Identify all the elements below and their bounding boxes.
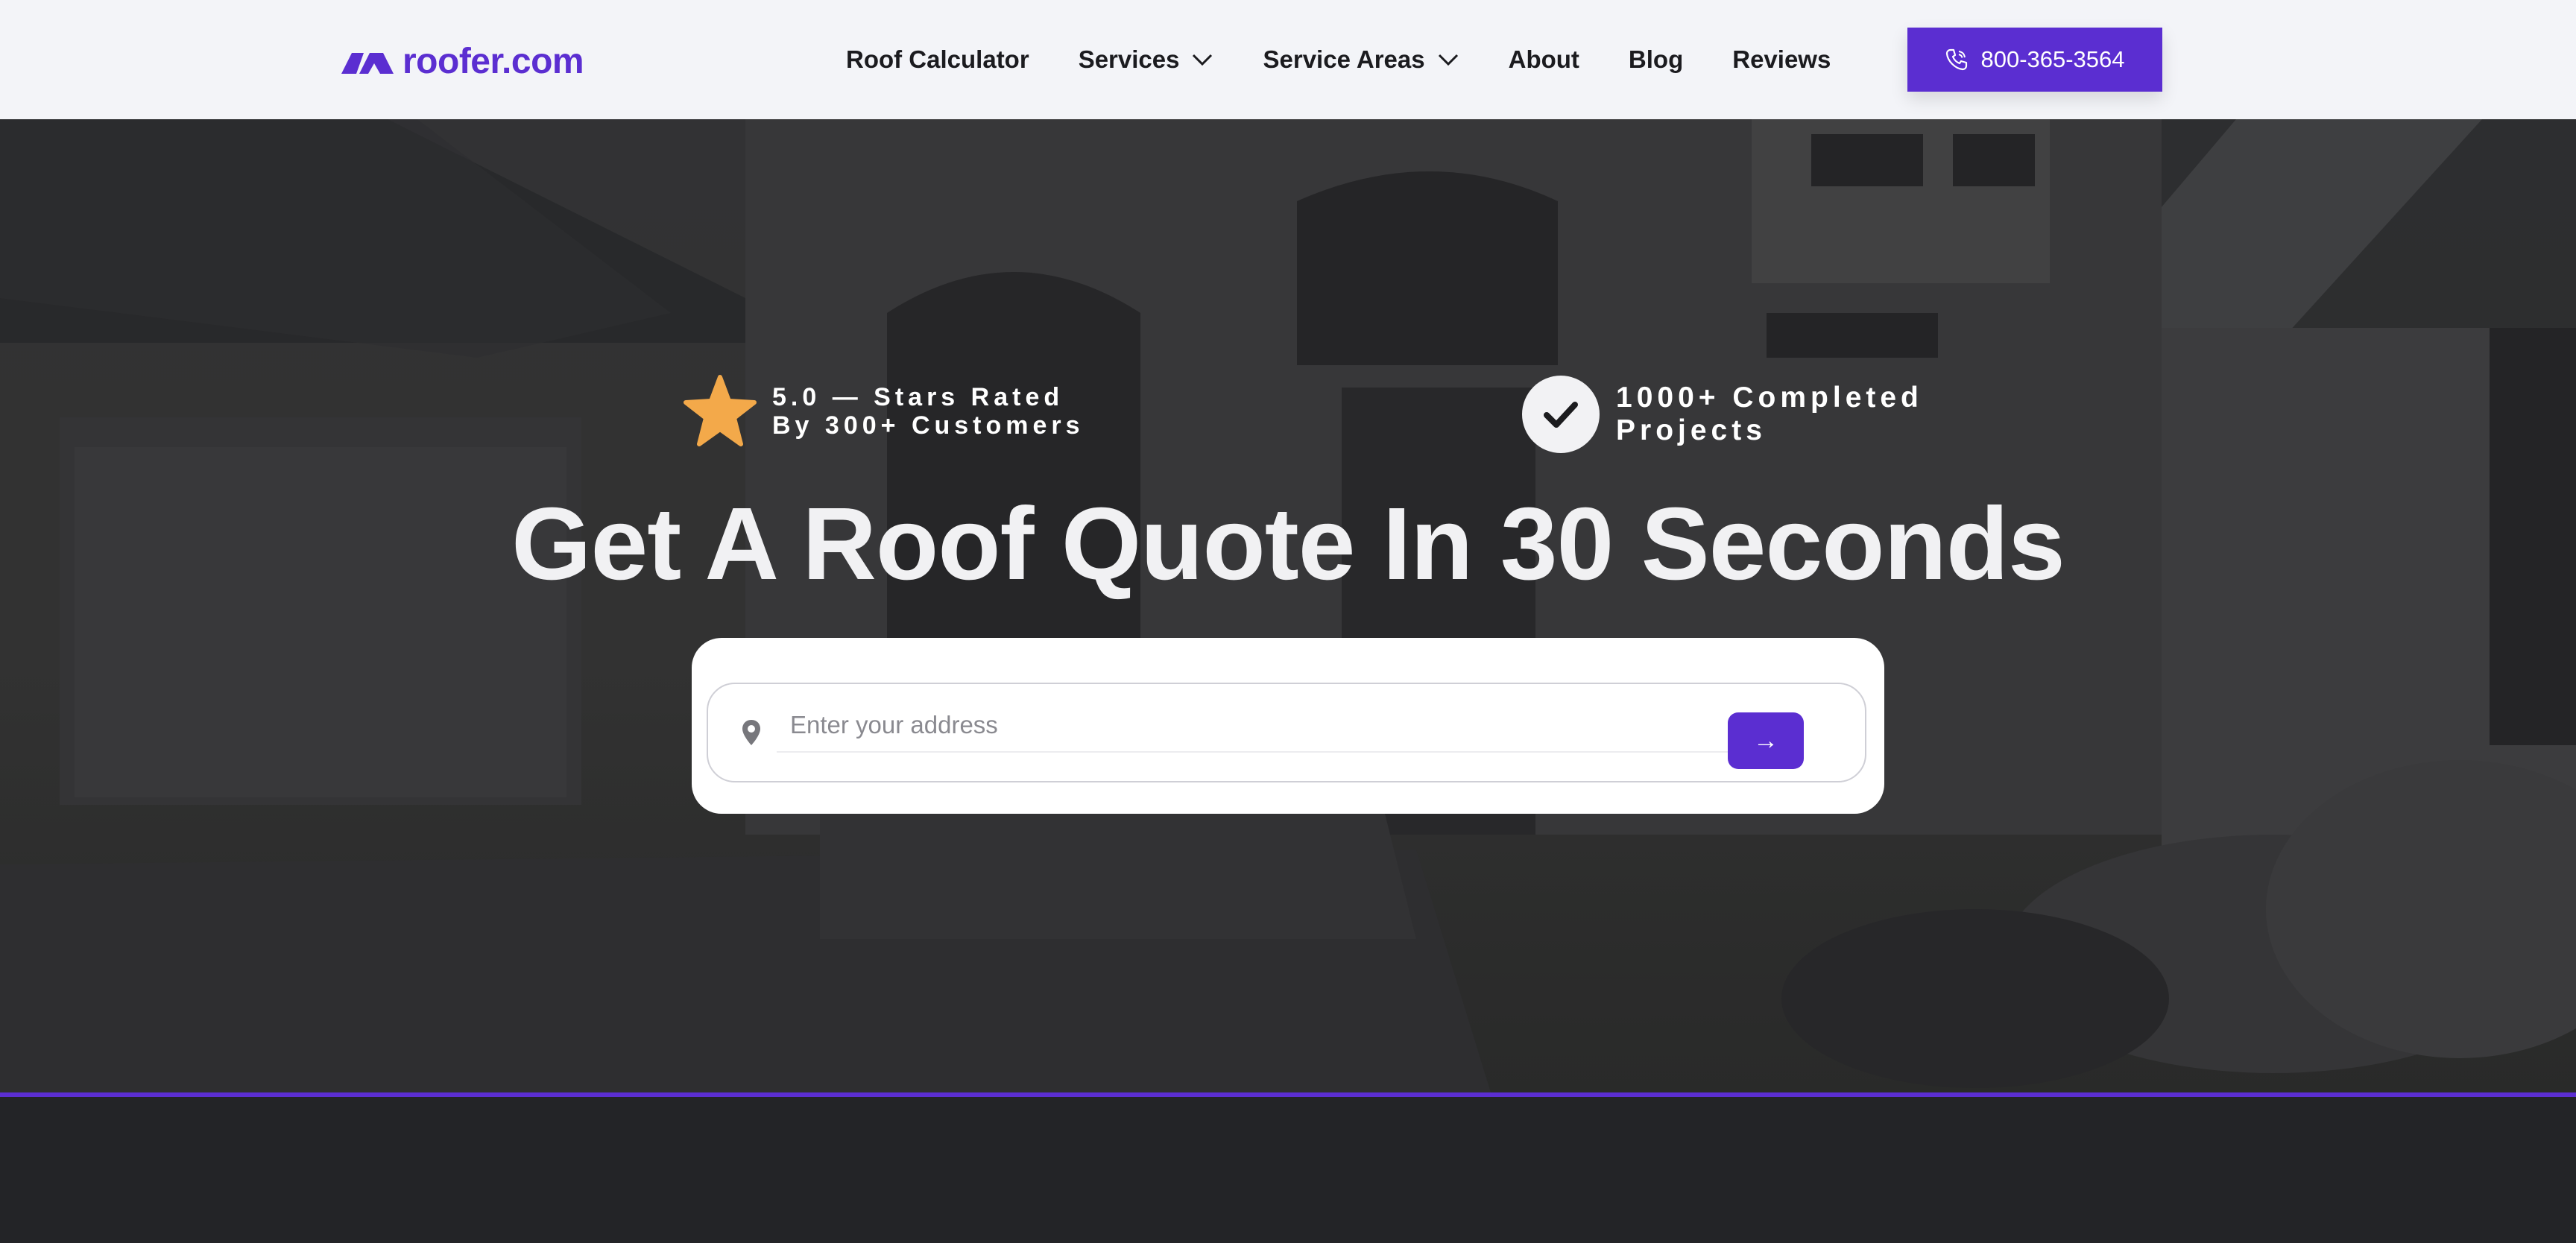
address-search-card: → — [692, 638, 1884, 814]
check-icon — [1544, 402, 1578, 428]
projects-badge: 1000+ Completed Projects — [1522, 376, 1923, 453]
rating-line-1: 5.0 — Stars Rated — [772, 383, 1064, 411]
below-hero-section — [0, 1097, 2576, 1243]
address-input[interactable] — [777, 699, 1744, 753]
main-nav: Roof Calculator Services Service Areas A… — [846, 39, 1831, 80]
projects-text: 1000+ Completed Projects — [1616, 382, 1923, 447]
projects-line-1: 1000+ Completed — [1616, 382, 1923, 414]
nav-item-service-areas[interactable]: Service Areas — [1263, 45, 1459, 74]
roof-logo-icon — [341, 53, 394, 74]
chevron-down-icon — [1193, 54, 1213, 66]
nav-item-blog[interactable]: Blog — [1629, 45, 1683, 74]
hero-headline: Get A Roof Quote In 30 Seconds — [511, 487, 2065, 601]
check-circle — [1522, 376, 1600, 453]
phone-number: 800-365-3564 — [1980, 46, 2125, 72]
nav-item-about[interactable]: About — [1509, 45, 1579, 74]
phone-call-button[interactable]: 800-365-3564 — [1907, 28, 2162, 92]
house-background-image — [0, 119, 2576, 1092]
rating-line-2: By 300+ Customers — [772, 411, 1085, 440]
location-pin-icon — [742, 720, 760, 745]
nav-item-label: Services — [1078, 45, 1180, 73]
nav-item-label: Reviews — [1732, 45, 1831, 73]
rating-badge: 5.0 — Stars Rated By 300+ Customers — [683, 374, 1085, 449]
phone-icon — [1946, 48, 1968, 71]
nav-item-label: Blog — [1628, 45, 1684, 73]
nav-item-label: About — [1508, 45, 1579, 73]
address-search-field: → — [707, 683, 1866, 782]
nav-item-label: Roof Calculator — [846, 45, 1029, 73]
site-header: roofer.com Roof Calculator Services Serv… — [0, 0, 2576, 119]
projects-line-2: Projects — [1616, 414, 1767, 446]
arrow-right-icon: → — [1753, 726, 1778, 755]
chevron-down-icon — [1438, 54, 1458, 66]
star-icon — [684, 375, 757, 446]
nav-item-reviews[interactable]: Reviews — [1732, 45, 1831, 74]
hero-section: 5.0 — Stars Rated By 300+ Customers 1000… — [0, 119, 2576, 1092]
nav-item-services[interactable]: Services — [1079, 45, 1214, 74]
submit-address-button[interactable]: → — [1728, 712, 1804, 769]
rating-text: 5.0 — Stars Rated By 300+ Customers — [772, 383, 1085, 440]
logo-text: roofer.com — [402, 41, 584, 81]
nav-item-label: Service Areas — [1263, 45, 1425, 73]
nav-item-roof-calculator[interactable]: Roof Calculator — [846, 45, 1029, 74]
logo[interactable]: roofer.com — [341, 39, 584, 83]
